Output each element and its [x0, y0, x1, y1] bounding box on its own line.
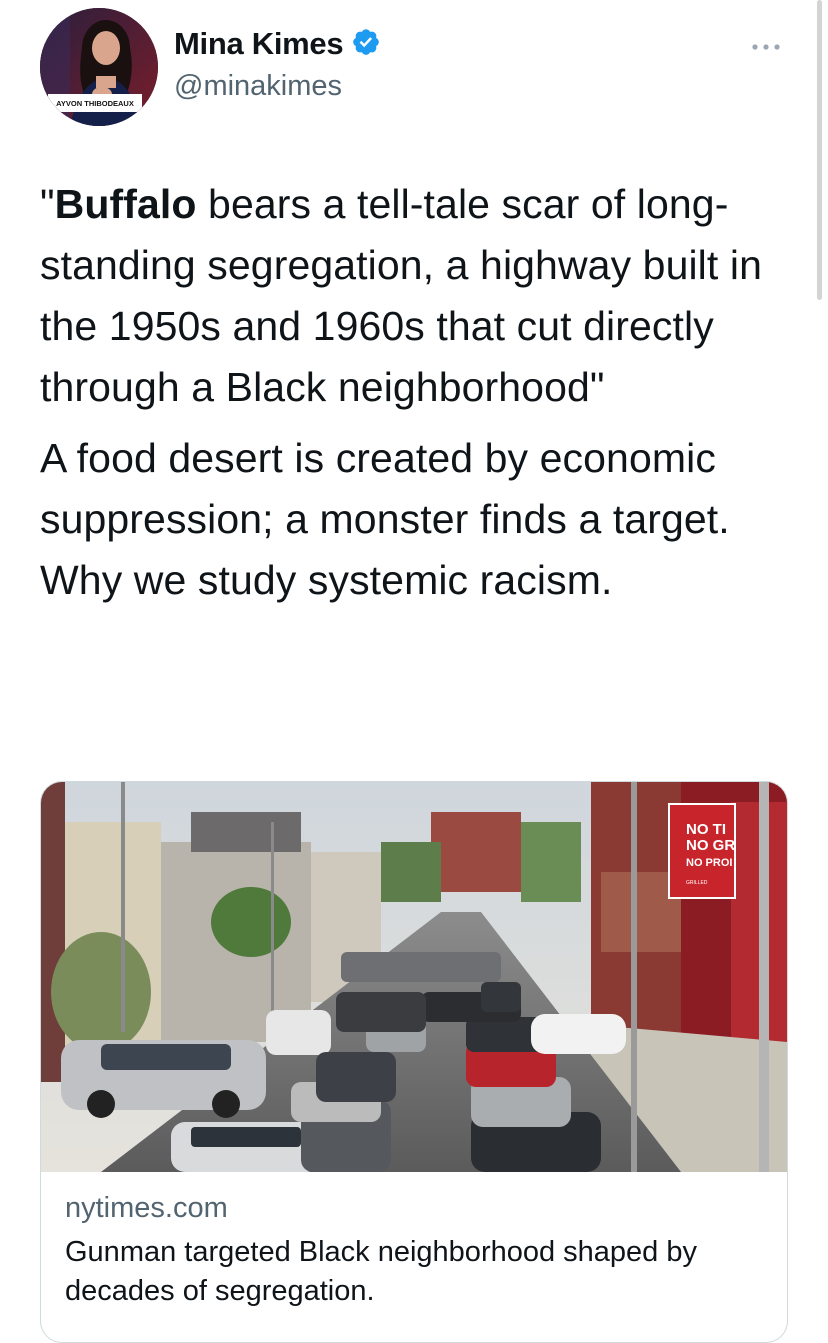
- sign-line-2: NO GR: [686, 837, 735, 854]
- sign-line-3: NO PROI: [686, 857, 732, 869]
- author-name-row[interactable]: Mina Kimes: [174, 26, 381, 62]
- avatar-caption: AYVON THIBODEAUX: [56, 99, 134, 108]
- card-photo: NO TI NO GR NO PROI GRILLED: [41, 782, 787, 1172]
- card-title[interactable]: Gunman targeted Black neighborhood shape…: [65, 1233, 775, 1311]
- more-options-icon[interactable]: [751, 36, 781, 56]
- card-source: nytimes.com: [65, 1192, 228, 1224]
- tweet-text: "Buffalo bears a tell-tale scar of long-…: [40, 174, 780, 611]
- link-preview-card[interactable]: NO TI NO GR NO PROI GRILLED nytimes.com …: [40, 781, 788, 1343]
- sign-line-4: GRILLED: [686, 880, 708, 886]
- open-quote: ": [40, 181, 55, 227]
- tweet-bold-word: Buffalo: [54, 181, 197, 227]
- tweet-paragraph-1: "Buffalo bears a tell-tale scar of long-…: [40, 174, 780, 418]
- sign-line-1: NO TI: [686, 821, 726, 838]
- avatar[interactable]: AYVON THIBODEAUX: [40, 8, 158, 126]
- scrollbar[interactable]: [817, 0, 822, 300]
- tweet-paragraph-2: A food desert is created by economic sup…: [40, 435, 730, 603]
- avatar-image: AYVON THIBODEAUX: [40, 8, 158, 126]
- author-name[interactable]: Mina Kimes: [174, 26, 344, 62]
- verified-badge-icon: [351, 27, 381, 62]
- author-handle[interactable]: @minakimes: [174, 70, 342, 103]
